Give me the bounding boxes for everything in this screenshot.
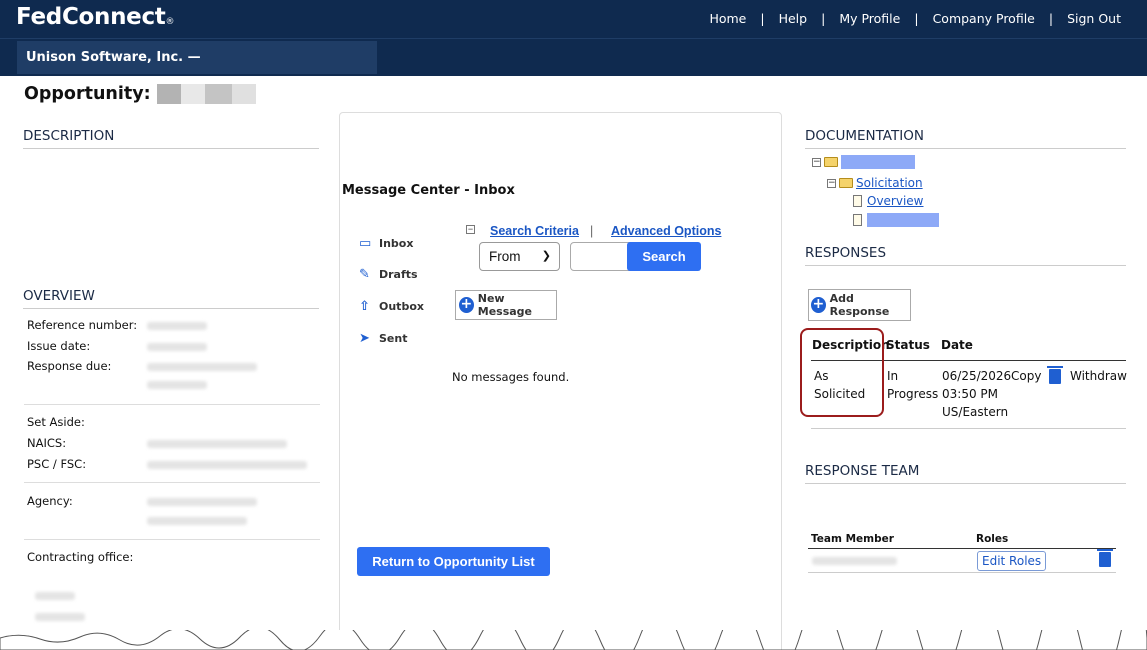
top-bar: FedConnect® Home | Help | My Profile | Comp… xyxy=(0,0,1147,38)
edit-roles-button[interactable]: Edit Roles xyxy=(977,551,1047,571)
divider xyxy=(24,482,320,483)
redacted-value xyxy=(147,498,257,506)
highlight-box xyxy=(800,328,884,417)
row-divider xyxy=(811,428,1126,429)
nav-company-profile-link[interactable]: Company Profile xyxy=(933,11,1035,26)
documentation-header: DOCUMENTATION xyxy=(805,128,1126,149)
set-aside-label: Set Aside: xyxy=(27,415,85,429)
chevron-down-icon: ❯ xyxy=(541,250,551,262)
company-bar: Unison Software, Inc. — xyxy=(0,38,1147,76)
tree-root[interactable]: − xyxy=(812,155,915,169)
redacted-value xyxy=(147,322,207,330)
plus-icon: + xyxy=(811,296,826,313)
redacted-block xyxy=(204,84,232,104)
document-icon xyxy=(853,214,862,226)
description-header: DESCRIPTION xyxy=(23,128,319,149)
nav-sent[interactable]: ➤ Sent xyxy=(359,331,407,346)
issue-date-label: Issue date: xyxy=(27,339,91,353)
search-input[interactable] xyxy=(570,242,630,271)
document-icon xyxy=(853,195,862,207)
separator: | xyxy=(590,224,594,238)
plus-icon: + xyxy=(459,296,474,313)
folder-icon xyxy=(824,157,838,167)
overview-link[interactable]: Overview xyxy=(867,194,924,208)
nav-drafts[interactable]: ✎ Drafts xyxy=(359,267,418,282)
nav-outbox[interactable]: ⇧ Outbox xyxy=(359,299,424,314)
trash-icon[interactable] xyxy=(1047,366,1063,384)
opportunity-title: Opportunity: xyxy=(24,84,256,104)
tree-overview[interactable]: Overview xyxy=(853,194,924,208)
col-roles: Roles xyxy=(976,533,1009,545)
redacted-link[interactable] xyxy=(841,155,915,169)
solicitation-link[interactable]: Solicitation xyxy=(856,176,923,190)
naics-label: NAICS: xyxy=(27,436,67,450)
advanced-options-link[interactable]: Advanced Options xyxy=(611,224,721,238)
redacted-value xyxy=(147,517,247,525)
divider xyxy=(24,404,320,405)
search-criteria-link[interactable]: Search Criteria xyxy=(490,224,579,238)
reference-label: Reference number: xyxy=(27,318,138,332)
add-response-button[interactable]: + Add Response xyxy=(808,289,911,321)
col-status: Status xyxy=(886,338,930,352)
agency-label: Agency: xyxy=(27,494,73,508)
response-status: In Progress xyxy=(887,369,939,401)
new-message-button[interactable]: + New Message xyxy=(455,290,557,320)
nav-my-profile-link[interactable]: My Profile xyxy=(839,11,900,26)
edit-icon: ✎ xyxy=(359,267,370,282)
outbox-icon: ⇧ xyxy=(359,299,370,314)
torn-edge xyxy=(0,630,1147,650)
response-team-header: RESPONSE TEAM xyxy=(805,463,1126,484)
responses-header: RESPONSES xyxy=(805,245,1126,266)
redacted-block xyxy=(156,84,181,104)
folder-icon xyxy=(839,178,853,188)
return-to-opportunity-list-button[interactable]: Return to Opportunity List xyxy=(357,547,550,576)
inbox-icon: ▭ xyxy=(359,236,372,251)
row-divider xyxy=(808,572,1116,573)
fedconnect-logo[interactable]: FedConnect® xyxy=(16,4,174,30)
col-team-member: Team Member xyxy=(811,533,894,545)
tree-solicitation[interactable]: − Solicitation xyxy=(827,176,923,190)
collapse-icon[interactable]: − xyxy=(827,178,836,188)
nav-home-link[interactable]: Home xyxy=(709,11,746,26)
redacted-block xyxy=(180,84,205,104)
company-name: Unison Software, Inc. — xyxy=(17,41,377,74)
collapse-icon[interactable]: − xyxy=(466,225,475,234)
nav-help-link[interactable]: Help xyxy=(779,11,808,26)
redacted-team-member xyxy=(812,557,897,565)
col-date: Date xyxy=(941,338,973,352)
copy-link[interactable]: Copy xyxy=(1011,367,1041,385)
redacted-value xyxy=(35,592,75,600)
search-button[interactable]: Search xyxy=(627,242,701,271)
redacted-block xyxy=(231,84,256,104)
nav-sign-out-link[interactable]: Sign Out xyxy=(1067,11,1121,26)
team-header-line xyxy=(808,548,1116,549)
psc-label: PSC / FSC: xyxy=(27,457,87,471)
nav-inbox[interactable]: ▭ Inbox xyxy=(359,236,413,251)
redacted-value xyxy=(147,461,307,469)
trash-icon[interactable] xyxy=(1097,549,1113,567)
redacted-value xyxy=(147,363,257,371)
send-icon: ➤ xyxy=(359,331,370,346)
redacted-value xyxy=(35,613,85,621)
redacted-value xyxy=(147,440,287,448)
withdraw-link[interactable]: Withdraw xyxy=(1070,367,1127,385)
tree-document[interactable] xyxy=(853,213,939,227)
redacted-value xyxy=(147,343,207,351)
redacted-link[interactable] xyxy=(867,213,939,227)
empty-message: No messages found. xyxy=(452,370,570,384)
response-date: 06/25/2026 03:50 PM US/Eastern xyxy=(942,369,1012,419)
search-field-select[interactable]: From ❯ xyxy=(479,242,560,271)
divider xyxy=(24,539,320,540)
contracting-office-label: Contracting office: xyxy=(27,550,134,564)
top-nav: Home | Help | My Profile | Company Profile |… xyxy=(709,11,1121,26)
message-center-title: Message Center - Inbox xyxy=(342,183,515,198)
response-due-label: Response due: xyxy=(27,359,112,373)
overview-header: OVERVIEW xyxy=(23,288,319,309)
redacted-value xyxy=(147,381,207,389)
collapse-icon[interactable]: − xyxy=(812,157,821,167)
